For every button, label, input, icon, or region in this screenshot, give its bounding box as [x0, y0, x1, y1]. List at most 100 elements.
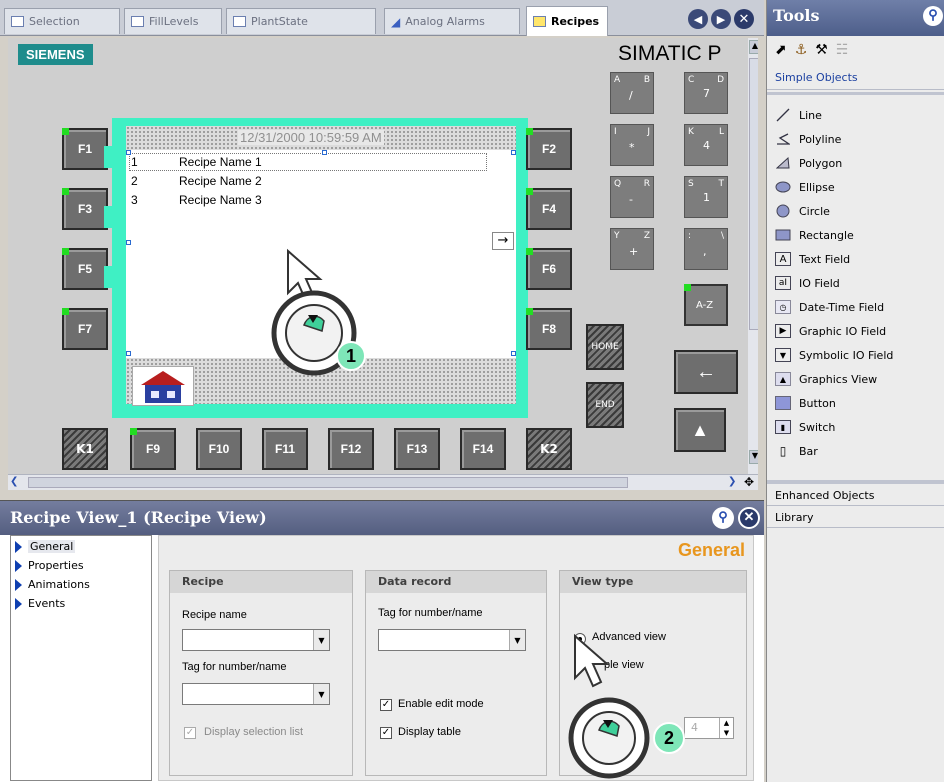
f10-key[interactable]: F10 — [196, 428, 242, 470]
scroll-up-icon[interactable]: ▲ — [749, 40, 758, 54]
selection-handle[interactable] — [511, 150, 516, 155]
keypad-key[interactable]: QR- — [610, 176, 654, 218]
scroll-right-icon[interactable]: ❯ — [728, 476, 742, 489]
hmi-screen[interactable]: 12/31/2000 10:59:59 AM 1 Recipe Name 1 2… — [126, 126, 516, 406]
home-key[interactable]: HOME — [586, 324, 624, 370]
nav-events[interactable]: Events — [15, 597, 65, 610]
k1-key[interactable]: K1 — [62, 428, 108, 470]
scroll-thumb[interactable] — [749, 58, 758, 330]
f4-key[interactable]: F4 — [526, 188, 572, 230]
keypad-key[interactable]: KL4 — [684, 124, 728, 166]
screen-editor-canvas[interactable]: SIEMENS SIMATIC P F1 F3 F5 F7 12/31/2000… — [8, 38, 758, 474]
tool-ellipse[interactable]: Ellipse — [775, 176, 835, 198]
pin-icon[interactable]: ⚲ — [712, 507, 734, 529]
section-library[interactable]: Library — [767, 508, 944, 528]
keypad-key[interactable]: Y Z + — [610, 228, 654, 270]
f7-key[interactable]: F7 — [62, 308, 108, 350]
recipe-row[interactable]: 3 Recipe Name 3 — [131, 193, 471, 209]
tool-line[interactable]: Line — [775, 104, 822, 126]
selection-handle[interactable] — [126, 240, 131, 245]
nav-animations[interactable]: Animations — [15, 578, 90, 591]
f1-key[interactable]: F1 — [62, 128, 108, 170]
k2-key[interactable]: K2 — [526, 428, 572, 470]
arrow-right-icon[interactable]: → — [492, 232, 514, 250]
chevron-down-icon[interactable]: ▼ — [313, 630, 329, 650]
tool-circle[interactable]: Circle — [775, 200, 830, 222]
section-enhanced-objects[interactable]: Enhanced Objects — [767, 486, 944, 506]
enable-edit-mode-checkbox[interactable]: ✓ — [380, 699, 392, 711]
keypad-key[interactable]: A B / — [610, 72, 654, 114]
tool-switch[interactable]: ▮ Switch — [775, 416, 835, 438]
selection-handle[interactable] — [322, 150, 327, 155]
close-icon[interactable]: ✕ — [738, 507, 760, 529]
close-tab-icon[interactable]: ✕ — [734, 9, 754, 29]
vertical-scrollbar[interactable]: ▲ ▼ — [748, 38, 758, 474]
pin-icon[interactable]: ⚲ — [923, 6, 943, 26]
tool-io-field[interactable]: aI IO Field — [775, 272, 840, 294]
f6-key[interactable]: F6 — [526, 248, 572, 290]
chevron-down-icon[interactable]: ▼ — [509, 630, 525, 650]
az-key[interactable]: A-Z — [684, 284, 728, 326]
tools-icon[interactable]: ⚒ — [815, 42, 828, 62]
data-tag-combo[interactable]: ▼ — [378, 629, 526, 651]
step-badge-2: 2 — [653, 722, 685, 754]
tool-graphics-view[interactable]: ▲ Graphics View — [775, 368, 877, 390]
keypad-key[interactable]: ST1 — [684, 176, 728, 218]
tool-polyline[interactable]: Polyline — [775, 128, 841, 150]
tool-graphic-io-field[interactable]: ▶ Graphic IO Field — [775, 320, 886, 342]
anchor-icon[interactable]: ⚓ — [795, 42, 808, 62]
recipe-row[interactable]: 1 Recipe Name 1 — [131, 155, 471, 171]
home-button[interactable] — [132, 366, 194, 406]
tab-analog-alarms[interactable]: ◢ Analog Alarms — [384, 8, 520, 34]
tool-button[interactable]: Button — [775, 392, 836, 414]
tool-symbolic-io-field[interactable]: ▼ Symbolic IO Field — [775, 344, 893, 366]
f2-key[interactable]: F2 — [526, 128, 572, 170]
scroll-down-icon[interactable]: ▼ — [749, 450, 758, 464]
f14-key[interactable]: F14 — [460, 428, 506, 470]
section-simple-objects[interactable]: Simple Objects — [767, 68, 944, 90]
prev-tab-icon[interactable]: ◀ — [688, 9, 708, 29]
tool-bar[interactable]: ▯ Bar — [775, 440, 818, 462]
graph-icon[interactable]: ☵ — [836, 42, 849, 62]
display-selection-list-checkbox[interactable]: ✓ — [184, 727, 196, 739]
tab-plantstate[interactable]: PlantState — [226, 8, 376, 34]
f12-key[interactable]: F12 — [328, 428, 374, 470]
scroll-left-icon[interactable]: ❮ — [10, 476, 24, 489]
recipe-name-combo[interactable]: ▼ — [182, 629, 330, 651]
f8-key[interactable]: F8 — [526, 308, 572, 350]
f5-key[interactable]: F5 — [62, 248, 108, 290]
tool-rectangle[interactable]: Rectangle — [775, 224, 854, 246]
tool-polygon[interactable]: Polygon — [775, 152, 842, 174]
horizontal-scrollbar[interactable]: ❮ ❯ ✥ — [8, 474, 758, 490]
f13-key[interactable]: F13 — [394, 428, 440, 470]
tab-filllevels[interactable]: FillLevels — [124, 8, 222, 34]
selection-handle[interactable] — [511, 351, 516, 356]
cursor-up-key[interactable]: ▲ — [674, 408, 726, 452]
selection-handle[interactable] — [126, 150, 131, 155]
datetime-field[interactable]: 12/31/2000 10:59:59 AM — [238, 130, 384, 145]
nav-properties[interactable]: Properties — [15, 559, 84, 572]
scroll-thumb[interactable] — [28, 477, 628, 488]
tool-text-field[interactable]: A Text Field — [775, 248, 850, 270]
display-table-checkbox[interactable]: ✓ — [380, 727, 392, 739]
keypad-key[interactable]: I J * — [610, 124, 654, 166]
f9-key[interactable]: F9 — [130, 428, 176, 470]
nav-general[interactable]: General — [15, 540, 76, 553]
end-key[interactable]: END — [586, 382, 624, 428]
chevron-down-icon[interactable]: ▼ — [313, 684, 329, 704]
f11-key[interactable]: F11 — [262, 428, 308, 470]
recipe-tag-combo[interactable]: ▼ — [182, 683, 330, 705]
tab-selection[interactable]: Selection — [4, 8, 120, 34]
selection-handle[interactable] — [126, 351, 131, 356]
tab-recipes[interactable]: Recipes — [526, 6, 608, 36]
keypad-key[interactable]: CD7 — [684, 72, 728, 114]
tool-date-time-field[interactable]: ◷ Date-Time Field — [775, 296, 884, 318]
spinner-arrows-icon[interactable]: ▲ ▼ — [719, 718, 733, 738]
f3-key[interactable]: F3 — [62, 188, 108, 230]
next-tab-icon[interactable]: ▶ — [711, 9, 731, 29]
keypad-key[interactable]: : \, — [684, 228, 728, 270]
pointer-icon[interactable]: ⬈ — [775, 42, 787, 62]
recipe-row[interactable]: 2 Recipe Name 2 — [131, 174, 471, 190]
backspace-key[interactable]: ← — [674, 350, 738, 394]
move-icon[interactable]: ✥ — [744, 475, 758, 489]
